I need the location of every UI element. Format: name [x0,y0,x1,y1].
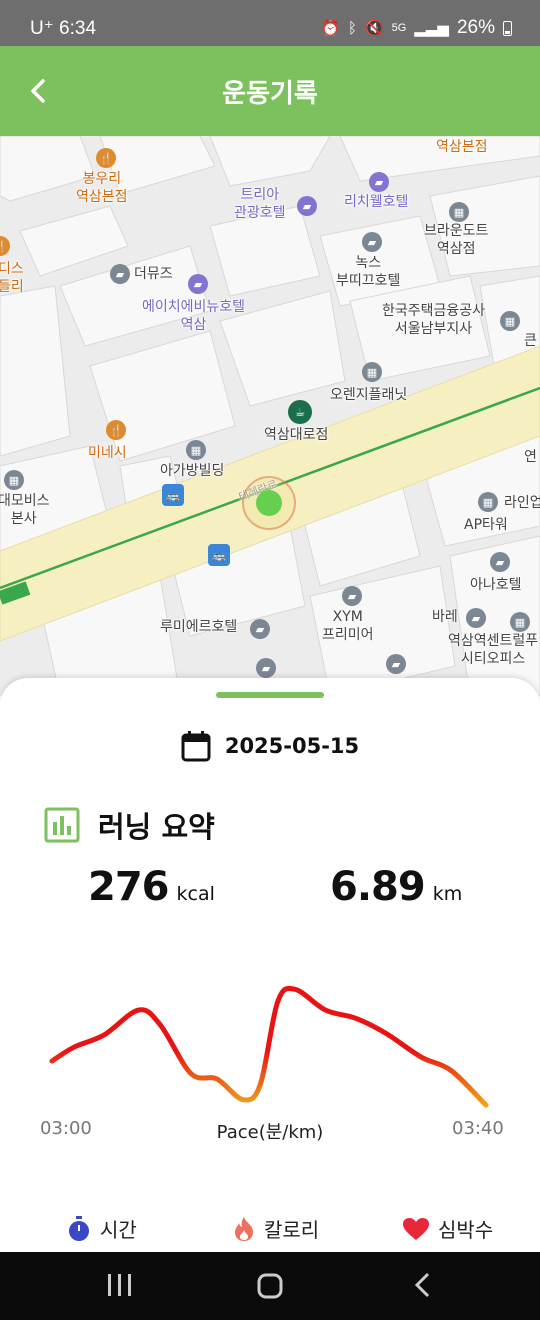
metric-time-label: 시간 [100,1218,137,1242]
bluetooth-icon: ᛒ [347,19,357,37]
section-title: 러닝 요약 [44,804,215,846]
map-label: 미네시 [88,445,127,461]
building-icon: ▦ [4,470,24,490]
x-axis-end-label: 03:40 [452,1118,504,1139]
building-icon: ▦ [500,311,520,331]
map-label: 에이치에비뉴호텔 역삼 [142,299,246,333]
back-icon [414,1272,430,1298]
metric-calories: 칼로리 [232,1214,319,1243]
map-label: 디스 들리 [0,261,24,295]
hotel-icon: ▰ [297,196,317,216]
summary-sheet: 2025-05-15 러닝 요약 276 kcal 6.89 km 03:00 … [0,678,540,1278]
hotel-icon: ▰ [188,274,208,294]
calories-stat: 276 kcal [88,864,215,910]
drag-handle[interactable] [216,692,324,698]
map-label: 리치웰호텔 [344,194,409,210]
map-label: XYM 프리미어 [322,609,374,643]
recent-apps-icon [108,1274,131,1296]
map-label: 루미에르호텔 [160,619,238,635]
hotel-icon: ▰ [386,654,406,674]
network-type: 5G [391,22,407,34]
metric-calories-label: 칼로리 [264,1218,320,1242]
building-icon: ▦ [362,362,382,382]
building-icon: ▦ [478,492,498,512]
mute-icon: 🔇 [364,20,384,37]
map-label: 브라운도트 역삼점 [424,223,489,257]
calendar-icon [181,731,211,762]
bar-chart-icon [44,807,80,843]
hotel-icon: ▰ [362,232,382,252]
restaurant-icon: 🍴 [106,420,126,440]
app-header: 운동기록 [0,46,540,136]
alarm-icon: ⏰ [321,20,340,37]
hotel-icon: ▰ [110,264,130,284]
restaurant-icon: 🍴 [96,148,116,168]
metric-time: 시간 [66,1214,137,1243]
bus-stop-icon: 🚌 [208,544,230,566]
heart-icon [403,1217,429,1240]
map-label: 더뮤즈 [134,266,173,282]
status-icons: ⏰ ᛒ 🔇 5G ▂▃▅ 26% [321,17,512,39]
map-label: 큰 [524,333,537,349]
building-icon: ▦ [449,202,469,222]
hotel-icon: ▰ [250,619,270,639]
map-label: 아나호텔 [470,577,522,593]
page-title: 운동기록 [222,79,318,109]
battery-percent: 26% [456,17,495,38]
home-button[interactable] [220,1252,320,1320]
hotel-icon: ▰ [490,552,510,572]
map-label: 오렌지플래닛 [330,387,408,403]
map-label: 봉우리 역삼본점 [76,171,128,205]
system-back-button[interactable] [372,1252,472,1320]
map-label: 아가방빌딩 [160,463,225,479]
stopwatch-icon [69,1215,89,1241]
distance-stat: 6.89 km [330,864,462,910]
pace-chart [49,985,489,1108]
current-location-marker [256,490,282,516]
map-label: 한국주택금융공사 서울남부지사 [382,303,486,337]
carrier-time: U⁺ 6:34 [30,18,97,39]
pace-line [49,985,489,1108]
section-title-text: 러닝 요약 [98,810,215,844]
map-label: 연 [524,449,537,465]
distance-value: 6.89 [330,864,426,910]
flame-icon [235,1216,253,1241]
hotel-icon: ▰ [466,608,486,628]
date-row: 2025-05-15 [0,730,540,762]
map-label: 역삼역센트럴푸 시티오피스 [448,633,539,667]
map-view[interactable]: 🍴 역삼본점 봉우리 역삼본점 트리아 관광호텔 ▰ ▰ 리치웰호텔 ▦ 브라운… [0,136,540,696]
building-icon: ▦ [186,440,206,460]
starbucks-icon: ☕ [288,400,312,424]
map-label: 라인업 [504,495,540,511]
calories-unit: kcal [176,883,215,905]
building-icon: ▦ [510,612,530,632]
hotel-icon: ▰ [369,172,389,192]
hotel-icon: ▰ [256,658,276,678]
bus-stop-icon: 🚌 [162,484,184,506]
map-label: 대모비스 본사 [0,493,50,527]
map-label: 역삼대로점 [264,427,329,443]
distance-unit: km [432,883,463,905]
home-icon [257,1273,283,1299]
calories-value: 276 [88,864,169,910]
hotel-icon: ▰ [342,586,362,606]
signal-icon: ▂▃▅ [414,20,449,37]
map-label: 역삼본점 [436,139,488,155]
map-label: 트리아 관광호텔 [234,187,286,221]
battery-icon [503,20,512,36]
map-label: AP타워 [464,517,508,533]
workout-date: 2025-05-15 [224,734,360,758]
map-label: 바레 [432,609,458,625]
metric-heart-rate: 심박수 [402,1214,493,1243]
map-label: 녹스 부띠끄호텔 [336,255,401,289]
system-nav-bar [0,1252,540,1320]
recent-apps-button[interactable] [70,1252,170,1320]
metric-heart-rate-label: 심박수 [438,1218,494,1242]
